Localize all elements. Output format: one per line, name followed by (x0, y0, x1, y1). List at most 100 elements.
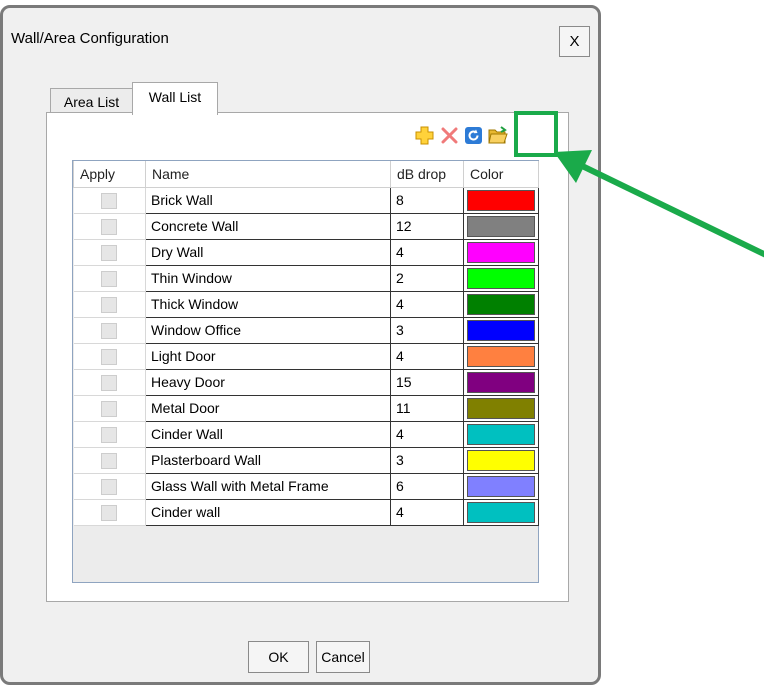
db-drop-cell[interactable]: 3 (390, 316, 464, 344)
apply-checkbox[interactable] (101, 426, 118, 443)
apply-checkbox[interactable] (101, 322, 118, 339)
wall-name-cell[interactable]: Window Office (145, 316, 391, 344)
color-swatch[interactable] (467, 475, 535, 497)
tab-wall-list[interactable]: Wall List (132, 82, 218, 115)
wall-name-cell[interactable]: Thin Window (145, 264, 391, 292)
apply-checkbox-cell (73, 394, 146, 422)
apply-checkbox-cell (73, 446, 146, 474)
color-swatch[interactable] (467, 345, 535, 367)
apply-checkbox[interactable] (101, 374, 118, 391)
wall-name-cell[interactable]: Dry Wall (145, 238, 391, 266)
refresh-button[interactable] (463, 125, 484, 146)
db-drop-cell[interactable]: 4 (390, 290, 464, 318)
table-row[interactable]: Window Office 3 (73, 316, 539, 344)
table-row[interactable]: Thin Window 2 (73, 264, 539, 292)
apply-checkbox-cell (73, 238, 146, 266)
apply-checkbox[interactable] (101, 400, 118, 417)
color-swatch[interactable] (467, 293, 535, 315)
color-swatch[interactable] (467, 423, 535, 445)
table-row[interactable]: Cinder Wall 4 (73, 420, 539, 448)
column-header-color[interactable]: Color (463, 161, 539, 188)
color-cell[interactable] (463, 290, 539, 318)
wall-name-cell[interactable]: Brick Wall (145, 186, 391, 214)
color-cell[interactable] (463, 212, 539, 240)
apply-checkbox[interactable] (101, 192, 118, 209)
open-file-button[interactable] (487, 125, 508, 146)
apply-checkbox[interactable] (101, 270, 118, 287)
wall-name-cell[interactable]: Glass Wall with Metal Frame (145, 472, 391, 500)
db-drop-cell[interactable]: 2 (390, 264, 464, 292)
wall-name-cell[interactable]: Cinder wall (145, 498, 391, 526)
table-row[interactable]: Plasterboard Wall 3 (73, 446, 539, 474)
color-swatch[interactable] (467, 449, 535, 471)
db-drop-cell[interactable]: 12 (390, 212, 464, 240)
tab-area-list[interactable]: Area List (50, 88, 133, 115)
db-drop-cell[interactable]: 6 (390, 472, 464, 500)
table-row[interactable]: Light Door 4 (73, 342, 539, 370)
apply-checkbox[interactable] (101, 478, 118, 495)
wall-name-cell[interactable]: Thick Window (145, 290, 391, 318)
color-cell[interactable] (463, 238, 539, 266)
wall-list-panel: Apply Name dB drop Color Brick Wall 8 Conc… (46, 112, 569, 602)
open-folder-icon (487, 126, 508, 144)
wall-name-cell[interactable]: Cinder Wall (145, 420, 391, 448)
db-drop-cell[interactable]: 11 (390, 394, 464, 422)
color-cell[interactable] (463, 394, 539, 422)
apply-checkbox[interactable] (101, 218, 118, 235)
db-drop-cell[interactable]: 3 (390, 446, 464, 474)
table-row[interactable]: Cinder wall 4 (73, 498, 539, 526)
wall-name-cell[interactable]: Plasterboard Wall (145, 446, 391, 474)
color-swatch[interactable] (467, 371, 535, 393)
table-row[interactable]: Metal Door 11 (73, 394, 539, 422)
color-cell[interactable] (463, 420, 539, 448)
color-swatch[interactable] (467, 501, 535, 523)
apply-checkbox[interactable] (101, 504, 118, 521)
table-row[interactable]: Glass Wall with Metal Frame 6 (73, 472, 539, 500)
plus-icon (415, 126, 434, 145)
color-swatch[interactable] (467, 215, 535, 237)
apply-checkbox[interactable] (101, 296, 118, 313)
cancel-button[interactable]: Cancel (316, 641, 370, 673)
table-row[interactable]: Thick Window 4 (73, 290, 539, 318)
color-cell[interactable] (463, 472, 539, 500)
color-swatch[interactable] (467, 267, 535, 289)
ok-button[interactable]: OK (248, 641, 309, 673)
table-row[interactable]: Concrete Wall 12 (73, 212, 539, 240)
delete-icon (441, 127, 458, 144)
table-row[interactable]: Heavy Door 15 (73, 368, 539, 396)
color-cell[interactable] (463, 498, 539, 526)
color-swatch[interactable] (467, 319, 535, 341)
wall-name-cell[interactable]: Heavy Door (145, 368, 391, 396)
column-header-name[interactable]: Name (145, 161, 391, 188)
color-swatch[interactable] (467, 241, 535, 263)
color-cell[interactable] (463, 186, 539, 214)
delete-wall-button[interactable] (439, 125, 460, 146)
column-header-db-drop[interactable]: dB drop (390, 161, 464, 188)
apply-checkbox-cell (73, 186, 146, 214)
color-cell[interactable] (463, 342, 539, 370)
color-cell[interactable] (463, 316, 539, 344)
close-button[interactable]: X (559, 26, 590, 57)
db-drop-cell[interactable]: 8 (390, 186, 464, 214)
db-drop-cell[interactable]: 4 (390, 498, 464, 526)
color-cell[interactable] (463, 264, 539, 292)
wall-name-cell[interactable]: Light Door (145, 342, 391, 370)
column-header-apply[interactable]: Apply (73, 161, 146, 188)
color-swatch[interactable] (467, 189, 535, 211)
apply-checkbox[interactable] (101, 244, 118, 261)
db-drop-cell[interactable]: 4 (390, 420, 464, 448)
db-drop-cell[interactable]: 15 (390, 368, 464, 396)
db-drop-cell[interactable]: 4 (390, 238, 464, 266)
apply-checkbox[interactable] (101, 348, 118, 365)
table-row[interactable]: Dry Wall 4 (73, 238, 539, 266)
wall-name-cell[interactable]: Concrete Wall (145, 212, 391, 240)
color-cell[interactable] (463, 368, 539, 396)
db-drop-cell[interactable]: 4 (390, 342, 464, 370)
color-cell[interactable] (463, 446, 539, 474)
apply-checkbox-cell (73, 264, 146, 292)
color-swatch[interactable] (467, 397, 535, 419)
wall-name-cell[interactable]: Metal Door (145, 394, 391, 422)
apply-checkbox[interactable] (101, 452, 118, 469)
table-row[interactable]: Brick Wall 8 (73, 186, 539, 214)
add-wall-button[interactable] (414, 125, 435, 146)
